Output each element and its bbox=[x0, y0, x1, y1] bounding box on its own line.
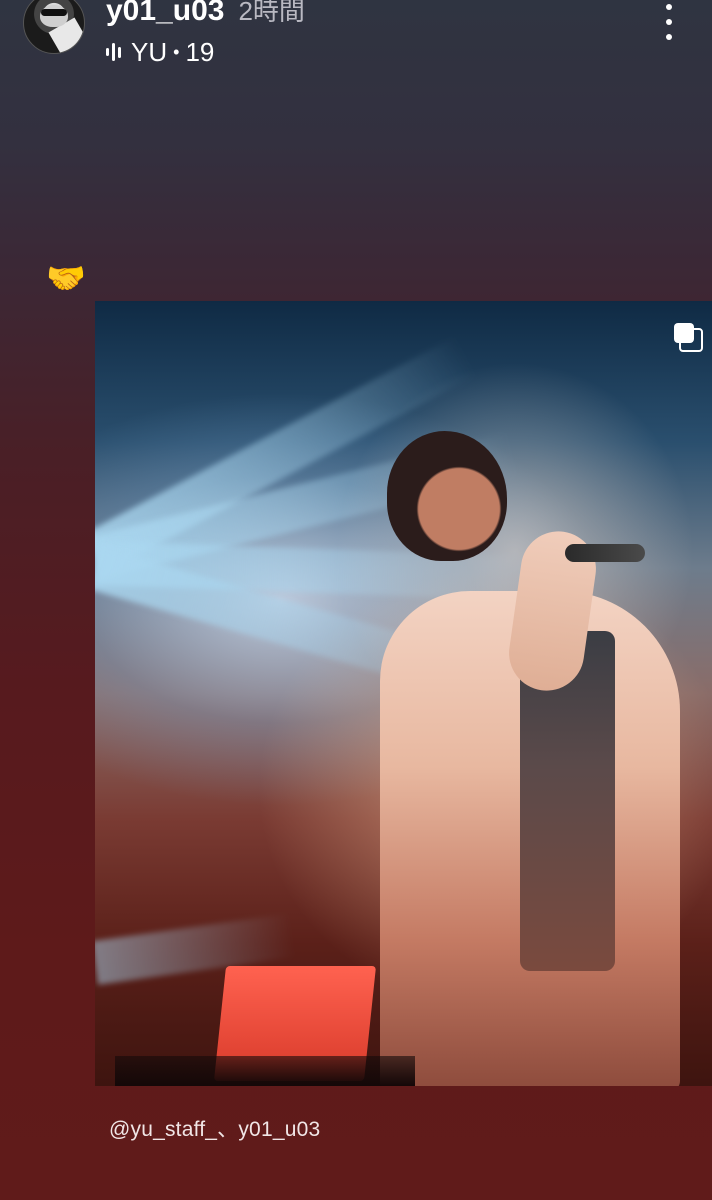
performer-head bbox=[387, 431, 507, 561]
profile-avatar[interactable] bbox=[23, 0, 85, 54]
username-link[interactable]: y01_u03 bbox=[106, 0, 224, 28]
music-artist: YU bbox=[131, 36, 168, 67]
microphone bbox=[565, 544, 645, 562]
avatar-sunglasses bbox=[41, 9, 67, 16]
post-mentions-link[interactable]: @yu_staff_、y01_u03 bbox=[109, 1113, 320, 1141]
story-header: y01_u03 2時間 YU • 19 bbox=[0, 0, 712, 80]
shared-post-photo[interactable] bbox=[95, 301, 712, 1086]
stage-equipment bbox=[115, 1056, 415, 1086]
more-options-button[interactable] bbox=[654, 4, 684, 40]
more-dot-icon bbox=[666, 4, 672, 10]
more-dot-icon bbox=[666, 19, 672, 25]
post-time: 2時間 bbox=[238, 0, 305, 26]
multiple-photos-icon bbox=[673, 322, 703, 352]
music-attribution[interactable]: YU • 19 bbox=[106, 36, 214, 68]
username-row: y01_u03 2時間 bbox=[106, 0, 305, 31]
more-dot-icon bbox=[666, 34, 672, 40]
music-separator: • bbox=[173, 41, 180, 62]
music-wave-icon bbox=[106, 42, 121, 62]
music-track: 19 bbox=[185, 36, 215, 67]
handshake-emoji-sticker: 🤝 bbox=[46, 260, 86, 296]
